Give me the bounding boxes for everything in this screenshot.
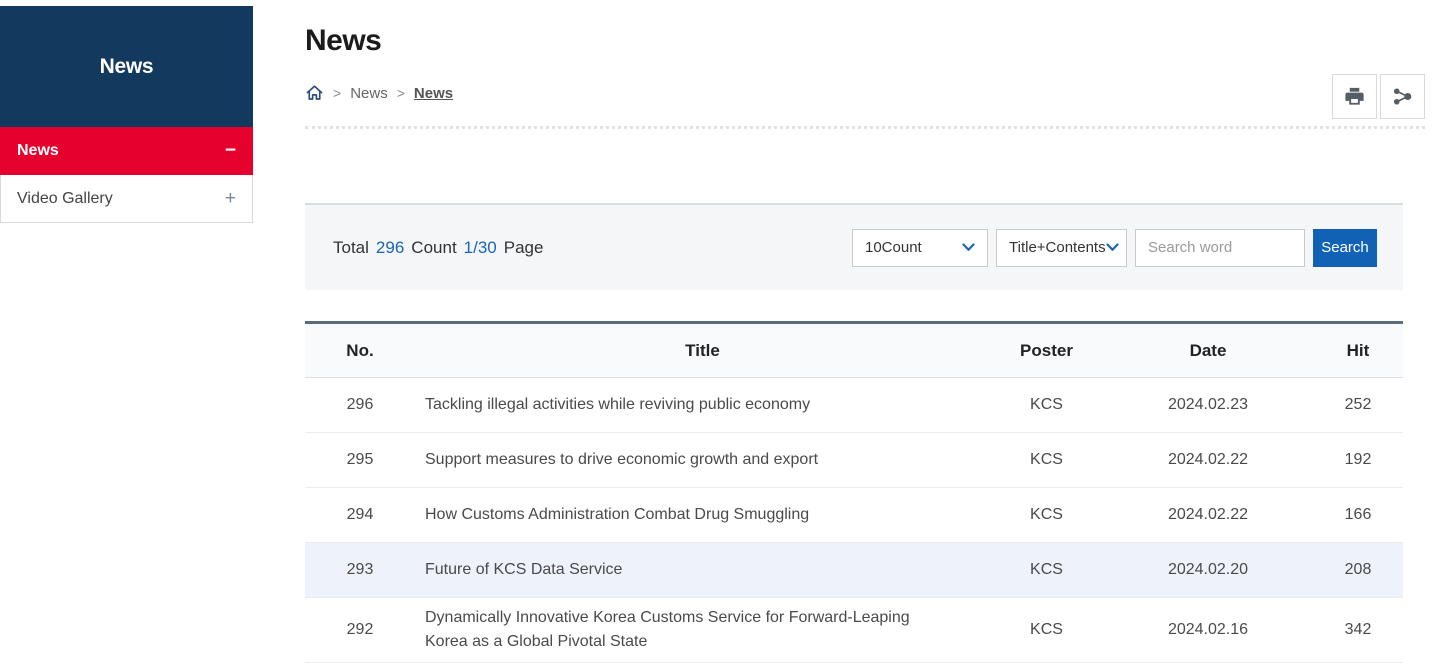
row-poster: KCS (990, 597, 1103, 663)
sidebar-item-label: Video Gallery (17, 189, 113, 207)
sidebar-item-video-gallery[interactable]: Video Gallery + (0, 175, 253, 223)
search-field-select-value: Title+Contents (1009, 239, 1106, 256)
row-date: 2024.02.16 (1103, 597, 1313, 663)
breadcrumb-home-link[interactable] (305, 84, 324, 102)
table-row: 295 Support measures to drive economic g… (305, 432, 1403, 488)
column-header-hit: Hit (1313, 322, 1403, 378)
row-hit: 342 (1313, 597, 1403, 663)
column-header-title: Title (415, 322, 990, 378)
plus-icon[interactable]: + (225, 189, 236, 208)
news-title-link[interactable]: Tackling illegal activities while revivi… (425, 393, 810, 417)
news-table: No. Title Poster Date Hit 296 Tackling i… (305, 321, 1403, 663)
search-input[interactable] (1135, 228, 1305, 267)
row-date: 2024.02.22 (1103, 487, 1313, 543)
table-row: 294 How Customs Administration Combat Dr… (305, 487, 1403, 543)
count-label: Count (411, 237, 457, 257)
table-header: No. Title Poster Date Hit (305, 322, 1403, 378)
table-row: 296 Tackling illegal activities while re… (305, 377, 1403, 433)
row-poster: KCS (990, 542, 1103, 598)
print-button[interactable] (1332, 74, 1377, 119)
list-toolbar: Total 296 Count 1/30 Page 10Count Title+… (305, 203, 1403, 290)
column-header-poster: Poster (990, 322, 1103, 378)
page-label: Page (503, 237, 544, 257)
total-count-value: 296 (375, 237, 405, 257)
row-hit: 208 (1313, 542, 1403, 598)
table-row: 292 Dynamically Innovative Korea Customs… (305, 597, 1403, 663)
row-poster: KCS (990, 377, 1103, 433)
sidebar-item-news[interactable]: News − (0, 127, 253, 175)
breadcrumb: > News > News (305, 84, 453, 102)
row-poster: KCS (990, 432, 1103, 488)
breadcrumb-item: News (350, 84, 388, 102)
per-page-select-value: 10Count (865, 239, 922, 256)
sidebar-title: News (0, 6, 253, 127)
news-title-link[interactable]: How Customs Administration Combat Drug S… (425, 503, 809, 527)
row-no: 292 (305, 597, 415, 663)
row-date: 2024.02.23 (1103, 377, 1313, 433)
page-title: News (305, 24, 382, 57)
total-label: Total (333, 237, 369, 257)
table-row: 293 Future of KCS Data Service KCS 2024.… (305, 542, 1403, 598)
row-no: 294 (305, 487, 415, 543)
row-hit: 252 (1313, 377, 1403, 433)
row-date: 2024.02.22 (1103, 432, 1313, 488)
page-indicator-value: 1/30 (463, 237, 497, 257)
news-title-link[interactable]: Future of KCS Data Service (425, 558, 622, 582)
news-title-link[interactable]: Dynamically Innovative Korea Customs Ser… (425, 606, 955, 654)
share-nodes-icon (1391, 85, 1414, 108)
column-header-no: No. (305, 322, 415, 378)
news-title-link[interactable]: Support measures to drive economic growt… (425, 448, 818, 472)
breadcrumb-separator: > (396, 85, 405, 101)
list-summary: Total 296 Count 1/30 Page (333, 238, 543, 258)
row-no: 296 (305, 377, 415, 433)
sidebar-menu: News − Video Gallery + (0, 127, 253, 223)
per-page-select[interactable]: 10Count (852, 228, 988, 267)
search-field-select[interactable]: Title+Contents (996, 228, 1127, 267)
row-hit: 192 (1313, 432, 1403, 488)
sidebar: News News − Video Gallery + (0, 6, 253, 223)
row-poster: KCS (990, 487, 1103, 543)
dotted-divider (305, 126, 1425, 129)
search-button[interactable]: Search (1313, 228, 1377, 267)
chevron-down-icon (1105, 243, 1119, 252)
breadcrumb-current[interactable]: News (414, 85, 453, 102)
share-button[interactable] (1380, 74, 1425, 119)
sidebar-item-label: News (17, 141, 59, 159)
breadcrumb-separator: > (333, 85, 342, 101)
home-icon (305, 84, 324, 102)
minus-icon[interactable]: − (225, 141, 236, 160)
page-action-buttons (1332, 74, 1425, 119)
row-date: 2024.02.20 (1103, 542, 1313, 598)
row-no: 295 (305, 432, 415, 488)
search-controls: 10Count Title+Contents Search (852, 228, 1377, 267)
row-hit: 166 (1313, 487, 1403, 543)
chevron-down-icon (962, 243, 975, 252)
printer-icon (1343, 85, 1366, 108)
row-no: 293 (305, 542, 415, 598)
main-content: News > News > News Total 296 Count 1/30 … (305, 0, 1425, 664)
column-header-date: Date (1103, 322, 1313, 378)
